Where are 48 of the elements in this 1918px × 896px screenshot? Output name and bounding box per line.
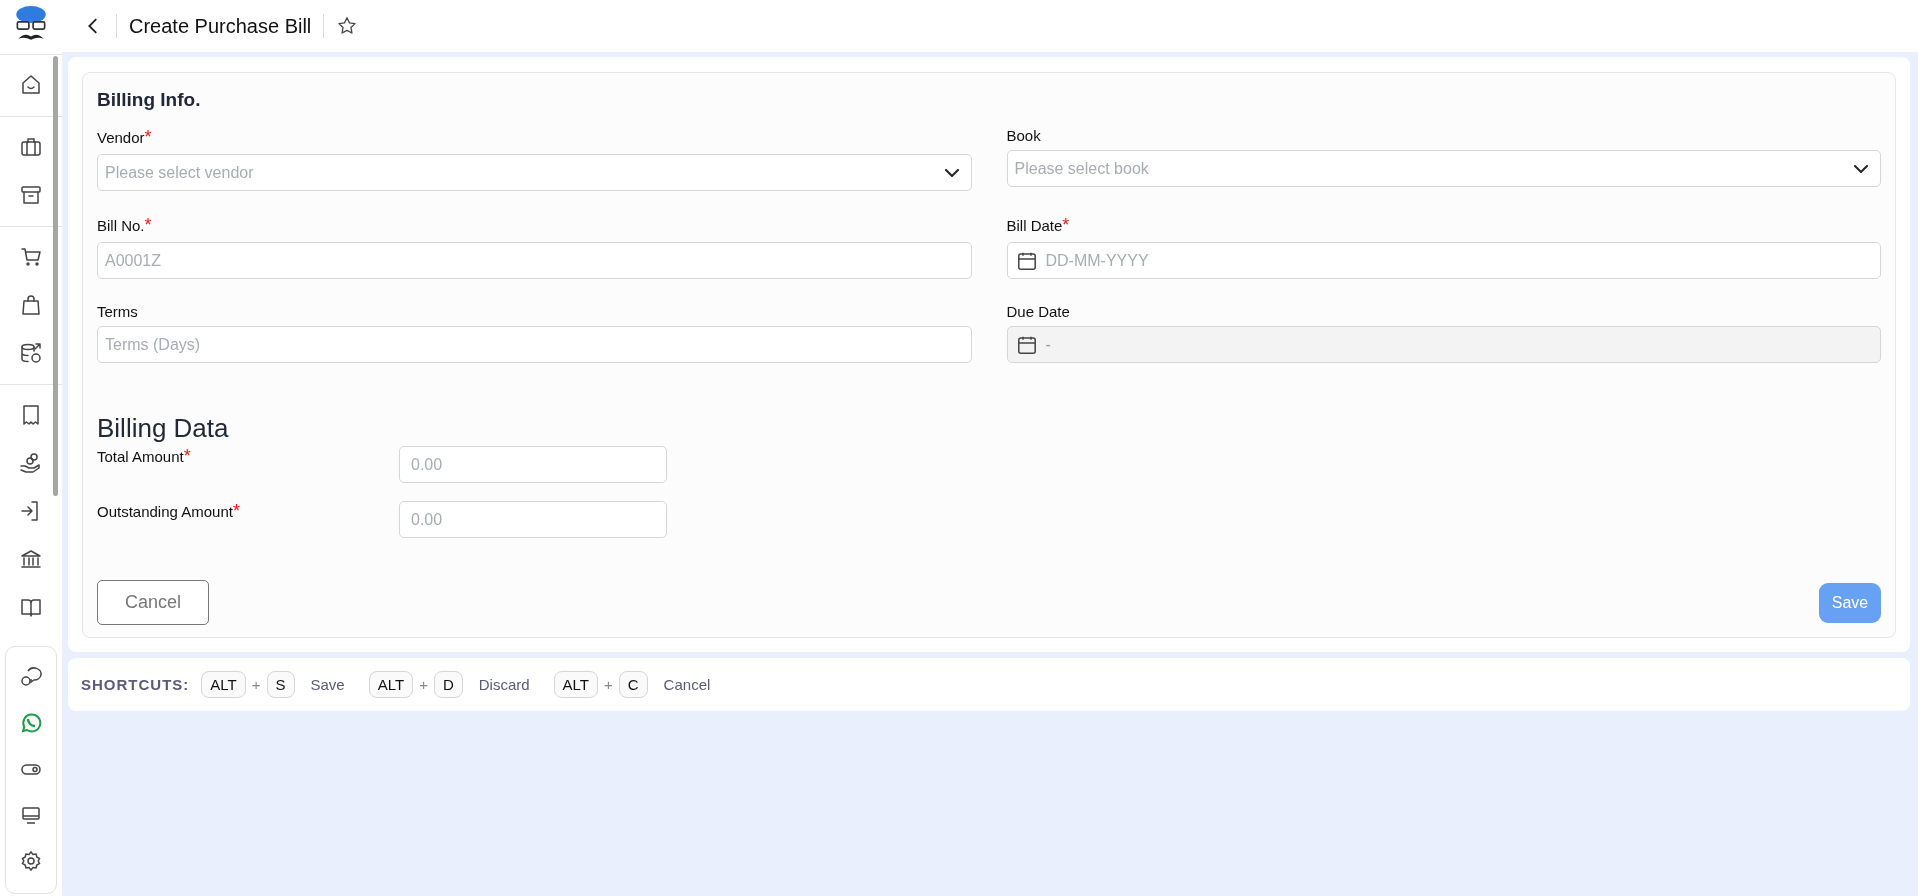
select-field[interactable]: Please select book bbox=[1006, 150, 1881, 187]
input-field[interactable]: A0001Z bbox=[97, 242, 972, 279]
field-label: Book bbox=[1006, 127, 1042, 144]
amount-field[interactable]: 0.00 bbox=[399, 501, 667, 538]
bag-icon[interactable] bbox=[19, 293, 43, 317]
cancel-button[interactable]: Cancel bbox=[97, 580, 209, 625]
field-label: Terms bbox=[97, 303, 139, 320]
key-cap: ALT bbox=[368, 671, 414, 698]
archive-icon[interactable] bbox=[19, 183, 43, 207]
plus-sign: + bbox=[419, 676, 428, 693]
field-label: Bill Date* bbox=[1006, 215, 1071, 236]
chevron-down-icon bbox=[944, 169, 959, 177]
calendar-icon bbox=[1017, 336, 1036, 354]
field-label: Vendor* bbox=[97, 127, 153, 148]
calendar-icon bbox=[1017, 252, 1036, 270]
cart-icon[interactable] bbox=[19, 245, 43, 269]
plus-sign: + bbox=[251, 676, 261, 693]
page-title: Create Purchase Bill bbox=[129, 14, 312, 38]
whatsapp-icon[interactable] bbox=[19, 711, 43, 735]
hand-icon[interactable] bbox=[19, 451, 43, 475]
bank-icon[interactable] bbox=[19, 547, 43, 571]
chevron-down-icon bbox=[1854, 165, 1868, 173]
database-icon[interactable] bbox=[19, 341, 43, 365]
field-label: Due Date bbox=[1006, 303, 1071, 320]
input-field[interactable]: Terms (Days) bbox=[97, 326, 972, 363]
field-label: Bill No.* bbox=[97, 215, 153, 236]
save-button[interactable]: Save bbox=[1819, 582, 1881, 623]
briefcase-icon[interactable] bbox=[19, 135, 43, 159]
plus-sign: + bbox=[604, 676, 613, 693]
field-label: Outstanding Amount* bbox=[97, 501, 241, 522]
key-cap: ALT bbox=[201, 671, 246, 698]
settings-icon[interactable] bbox=[19, 849, 43, 873]
amount-field[interactable]: 0.00 bbox=[399, 446, 667, 483]
key-cap: ALT bbox=[553, 671, 598, 698]
key-cap: D bbox=[433, 671, 463, 698]
shortcut-action: Save bbox=[310, 676, 345, 693]
section-heading: Billing Data bbox=[97, 413, 230, 444]
shortcut-action: Cancel bbox=[663, 676, 711, 693]
shortcuts-label: SHORTCUTS: bbox=[81, 676, 190, 693]
star-icon[interactable] bbox=[336, 15, 359, 37]
home-icon[interactable] bbox=[19, 73, 43, 97]
key-cap: S bbox=[266, 671, 295, 698]
section-heading: Billing Info. bbox=[97, 89, 202, 111]
key-cap: C bbox=[618, 671, 648, 698]
date-field[interactable]: DD-MM-YYYY bbox=[1006, 242, 1881, 279]
field-label: Total Amount* bbox=[97, 446, 192, 467]
shortcut-action: Discard bbox=[478, 676, 530, 693]
select-field[interactable]: Please select vendor bbox=[97, 154, 972, 191]
